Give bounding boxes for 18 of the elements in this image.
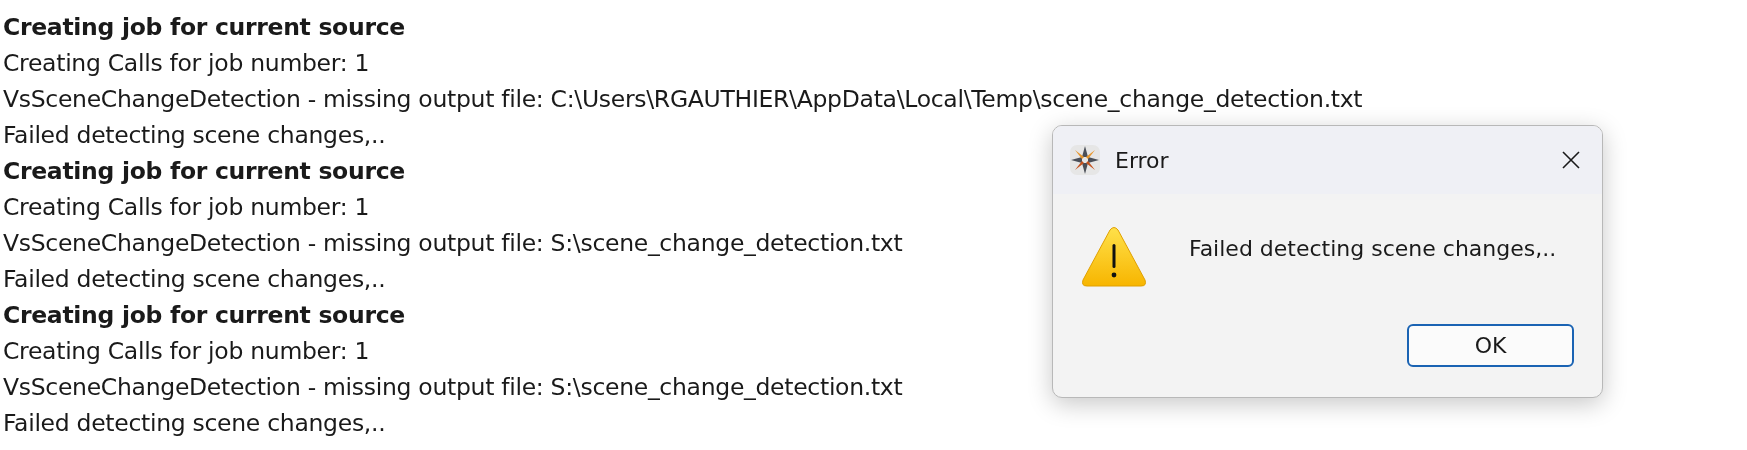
error-message: Failed detecting scene changes,.. (1189, 235, 1557, 263)
log-heading: Creating job for current source (3, 300, 405, 331)
log-line: Failed detecting scene changes,.. (3, 264, 386, 295)
log-line: VsSceneChangeDetection - missing output file: C:\Users\RGAUTHIER\AppData\Local\Temp\scene_change_detection.txt (3, 84, 1363, 115)
log-line: Creating Calls for job number: 1 (3, 192, 370, 223)
log-line: VsSceneChangeDetection - missing output file: S:\scene_change_detection.txt (3, 228, 903, 259)
warning-icon (1081, 226, 1147, 288)
log-line: Creating Calls for job number: 1 (3, 48, 370, 79)
log-heading: Creating job for current source (3, 12, 405, 43)
log-line: VsSceneChangeDetection - missing output file: S:\scene_change_detection.txt (3, 372, 903, 403)
dialog-title: Error (1115, 146, 1169, 175)
log-line: Failed detecting scene changes,.. (3, 120, 386, 151)
log-line: Creating Calls for job number: 1 (3, 336, 370, 367)
ok-button[interactable]: OK (1407, 324, 1574, 367)
close-icon (1561, 150, 1581, 170)
log-heading: Creating job for current source (3, 156, 405, 187)
app-icon (1069, 144, 1101, 176)
log-line: Failed detecting scene changes,.. (3, 408, 386, 439)
